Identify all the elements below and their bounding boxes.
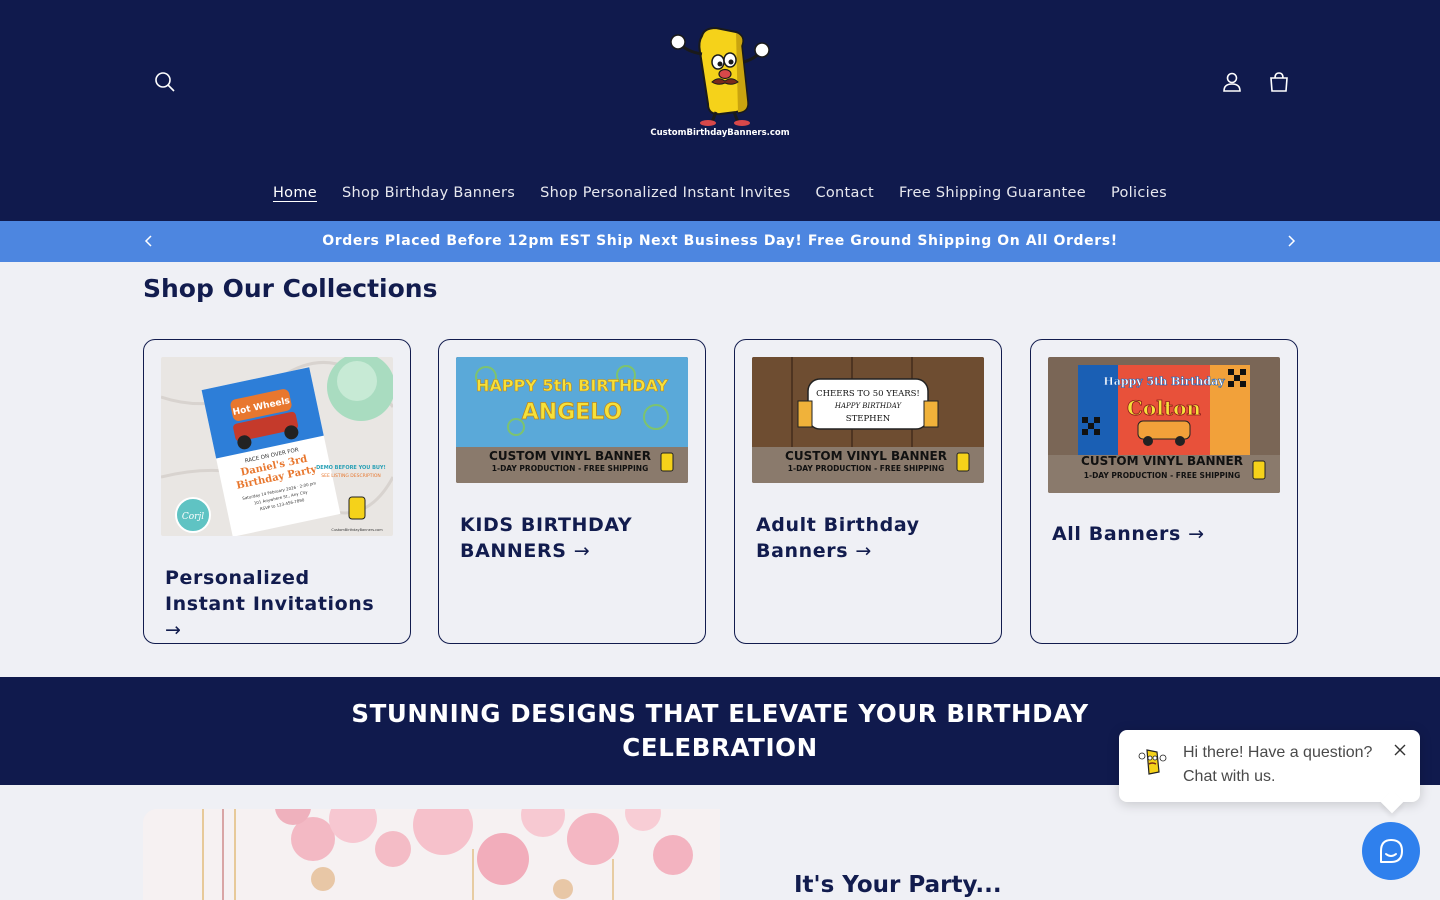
user-icon	[1223, 72, 1241, 92]
kids-banner-line-1: HAPPY 5th BIRTHDAY	[476, 376, 668, 395]
all-banner-line-3: CUSTOM VINYL BANNER	[1081, 454, 1243, 468]
chat-close-button[interactable]	[1392, 742, 1408, 758]
adult-banner-line-5: 1-DAY PRODUCTION - FREE SHIPPING	[788, 464, 945, 473]
arrow-right-icon: →	[855, 540, 872, 562]
all-banner-line-4: 1-DAY PRODUCTION - FREE SHIPPING	[1084, 471, 1241, 480]
collection-image-all-banners: Happy 5th Birthday Colton CUSTOM VINYL B…	[1048, 357, 1280, 493]
collection-title-adult-banners[interactable]: Adult Birthday Banners →	[756, 512, 986, 564]
headline-text: STUNNING DESIGNS THAT ELEVATE YOUR BIRTH…	[351, 699, 1089, 762]
arrow-right-icon: →	[1188, 523, 1205, 545]
announcement-bar: Orders Placed Before 12pm EST Ship Next …	[0, 221, 1440, 262]
collection-title-text: Personalized Instant Invitations	[165, 567, 375, 615]
collection-card-all-banners[interactable]: Happy 5th Birthday Colton CUSTOM VINYL B…	[1030, 339, 1298, 644]
adult-banner-line-1: CHEERS TO 50 YEARS!	[816, 389, 920, 399]
collection-title-invitations[interactable]: Personalized Instant Invitations →	[165, 565, 395, 643]
collection-title-all-banners[interactable]: All Banners →	[1052, 521, 1282, 547]
arrow-right-icon: →	[165, 619, 182, 641]
invite-demo-text: DEMO BEFORE YOU BUY!	[316, 465, 386, 471]
collections-title: Shop Our Collections	[143, 274, 438, 303]
nav-item-home[interactable]: Home	[260, 185, 329, 201]
nav-item-shop-instant-invites[interactable]: Shop Personalized Instant Invites	[528, 185, 803, 201]
collection-card-kids-banners[interactable]: HAPPY 5th BIRTHDAY ANGELO CUSTOM VINYL B…	[438, 339, 706, 644]
party-balloons-image	[143, 809, 720, 900]
corjl-badge-text: Corjl	[182, 512, 204, 522]
collection-image-kids-banners: HAPPY 5th BIRTHDAY ANGELO CUSTOM VINYL B…	[456, 357, 688, 483]
kids-banner-line-4: 1-DAY PRODUCTION - FREE SHIPPING	[492, 464, 649, 473]
logo-text: CustomBirthdayBanners.com	[650, 128, 790, 138]
nav-item-policies[interactable]: Policies	[1098, 185, 1179, 201]
nav-item-shop-birthday-banners[interactable]: Shop Birthday Banners	[330, 185, 528, 201]
arrow-right-icon: →	[573, 540, 591, 562]
nav-item-contact[interactable]: Contact	[803, 185, 887, 201]
site-header: CustomBirthdayBanners.com Home Shop Birt…	[0, 0, 1440, 221]
announcement-next-button[interactable]	[1281, 231, 1301, 251]
collection-title-text: Adult Birthday Banners	[756, 514, 920, 562]
chat-launcher-button[interactable]	[1362, 822, 1420, 880]
logo-mascot-icon	[670, 26, 770, 126]
chat-bubble-icon	[1380, 839, 1403, 863]
collection-card-invitations[interactable]: Hot Wheels RACE ON OVER FOR Daniel's 3rd…	[143, 339, 411, 644]
all-banner-line-1: Happy 5th Birthday	[1103, 375, 1225, 388]
bag-icon	[1270, 72, 1288, 92]
adult-banner-line-4: CUSTOM VINYL BANNER	[785, 449, 947, 463]
chat-popup[interactable]: Hi there! Have a question? Chat with us.	[1119, 730, 1420, 802]
collection-image-adult-banners: CHEERS TO 50 YEARS! HAPPY BIRTHDAY STEPH…	[752, 357, 984, 483]
mascot-avatar-icon	[1138, 749, 1167, 775]
collection-title-text: KIDS BIRTHDAY BANNERS	[460, 514, 633, 562]
adult-banner-line-2: HAPPY BIRTHDAY	[834, 402, 903, 410]
adult-banner-line-3: STEPHEN	[846, 414, 891, 424]
announcement-text: Orders Placed Before 12pm EST Ship Next …	[322, 233, 1118, 249]
invite-site-text: CustomBirthdayBanners.com	[331, 528, 383, 532]
all-banner-line-2: Colton	[1127, 396, 1201, 420]
chat-message: Hi there! Have a question? Chat with us.	[1183, 744, 1373, 785]
nav-item-free-shipping[interactable]: Free Shipping Guarantee	[886, 185, 1098, 201]
main-nav: Home Shop Birthday Banners Shop Personal…	[0, 185, 1440, 201]
feature-title: It's Your Party...	[794, 872, 1002, 898]
search-icon	[155, 72, 175, 92]
cart-button[interactable]	[1259, 62, 1299, 102]
kids-banner-line-2: ANGELO	[522, 400, 622, 425]
collection-image-invitations: Hot Wheels RACE ON OVER FOR Daniel's 3rd…	[161, 357, 393, 536]
collection-title-text: All Banners	[1052, 523, 1181, 545]
account-button[interactable]	[1212, 62, 1252, 102]
close-icon	[1394, 744, 1406, 756]
collection-title-kids-banners[interactable]: KIDS BIRTHDAY BANNERS →	[460, 512, 690, 564]
search-button[interactable]	[145, 62, 185, 102]
collection-card-adult-banners[interactable]: CHEERS TO 50 YEARS! HAPPY BIRTHDAY STEPH…	[734, 339, 1002, 644]
kids-banner-line-3: CUSTOM VINYL BANNER	[489, 449, 651, 463]
invite-demo-sub: SEE LISTING DESCRIPTION	[321, 473, 380, 479]
site-logo[interactable]: CustomBirthdayBanners.com	[650, 22, 790, 144]
chevron-right-icon	[1288, 235, 1296, 247]
